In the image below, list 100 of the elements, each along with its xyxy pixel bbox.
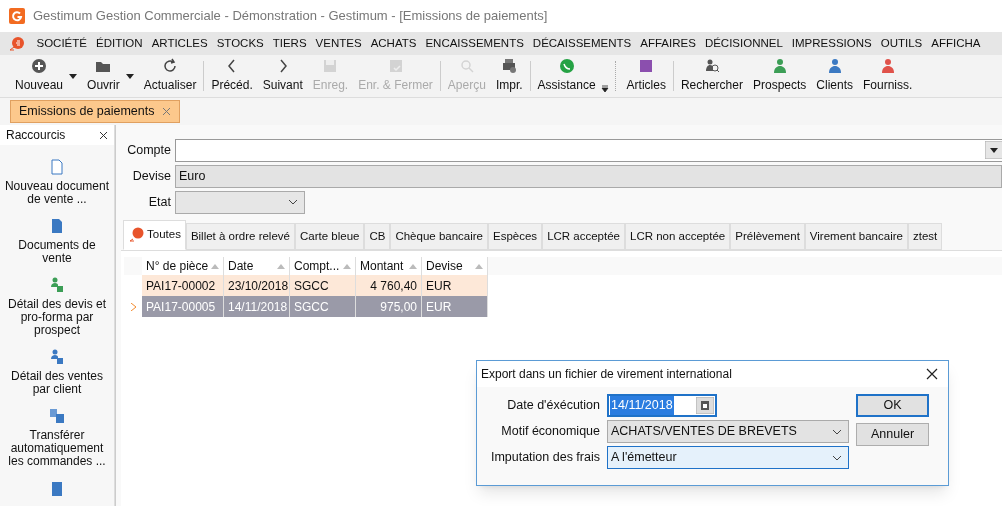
chevron-down-icon [288, 199, 298, 205]
filter-tab[interactable]: Virement bancaire [804, 223, 908, 250]
shortcut-link[interactable]: Documents de vente [4, 239, 110, 265]
menu-item[interactable]: AFFICHA [926, 34, 985, 53]
filter-tab[interactable]: ztest [907, 223, 943, 250]
filter-tab[interactable]: CB [364, 223, 391, 250]
dropdown-field[interactable]: A l'émetteur [607, 446, 849, 469]
table-cell: 14/11/2018 [224, 296, 290, 317]
sidebar-title: Raccourcis [6, 127, 66, 144]
toolbar-button[interactable]: Suivant [257, 55, 308, 97]
menu-item[interactable]: TIERS [268, 34, 312, 53]
add-icon [31, 58, 47, 74]
sort-arrow-icon [277, 263, 285, 269]
person-icon [771, 58, 788, 74]
menu-item[interactable]: ENCAISSEMENTS [420, 34, 529, 53]
menu-item[interactable]: SOCIÉTÉ [32, 34, 92, 53]
field-label: Compte [126, 141, 171, 159]
column-header[interactable]: Devise [422, 257, 488, 275]
toolbar-button[interactable]: Précéd. [206, 55, 258, 97]
filter-tab[interactable]: Prélèvement [730, 223, 805, 250]
person-magnifier-icon [703, 58, 720, 74]
chat-bubble-icon [558, 58, 575, 74]
toolbar-button[interactable]: Articles [621, 55, 671, 97]
menu-item[interactable]: ÉDITION [91, 34, 148, 53]
filter-tab[interactable]: LCR non acceptée [625, 223, 731, 250]
filter-tab[interactable]: Toutes [123, 220, 186, 250]
toolbar-button[interactable]: Nouveau [10, 55, 83, 97]
toolbar-button[interactable]: Prospects [747, 55, 812, 97]
date-field[interactable]: 14/11/2018 [607, 394, 717, 417]
document-icon [49, 480, 65, 498]
toolbar-button[interactable]: Assistance [532, 55, 601, 97]
filter-tab[interactable]: Carte bleue [294, 223, 365, 250]
current-row-icon [130, 302, 136, 311]
toolbar-button[interactable]: Ouvrir [82, 55, 139, 97]
menu-item[interactable]: ACHATS [366, 34, 421, 53]
menu-item[interactable]: IMPRESSIONS [787, 34, 877, 53]
menu-item[interactable]: DÉCAISSEMENTS [528, 34, 636, 53]
close-icon [162, 107, 172, 116]
filter-tab[interactable]: Chèque bancaire [390, 223, 488, 250]
sort-arrow-icon [409, 263, 417, 269]
chevron-down-icon [832, 428, 842, 435]
refresh-icon [162, 58, 179, 74]
close-icon [99, 130, 108, 140]
sort-arrow-icon [475, 263, 483, 269]
table-cell: PAI17-00005 [142, 296, 224, 317]
menu-item[interactable]: STOCKS [212, 34, 269, 53]
filter-tab[interactable]: LCR acceptée [542, 223, 625, 250]
dialog-button[interactable]: OK [856, 394, 929, 417]
menu-item[interactable]: OUTILS [876, 34, 927, 53]
chevron-down-icon [832, 454, 842, 461]
field-label: Devise [131, 167, 171, 185]
sort-arrow-icon [211, 263, 219, 269]
person-icon [879, 58, 896, 74]
status-dropdown[interactable] [175, 190, 305, 214]
field-label: Imputation des frais [489, 449, 600, 467]
toolbar-button[interactable]: Fourniss. [858, 55, 918, 97]
person-document-icon [49, 277, 65, 293]
menu-item[interactable]: DÉCISIONNEL [700, 34, 788, 53]
person-document-icon [49, 349, 65, 365]
overflow-caret-icon [600, 85, 609, 93]
close-icon [926, 368, 938, 380]
column-header[interactable]: Date [224, 257, 290, 275]
dropdown-caret-icon [125, 73, 134, 79]
field-label: Etat [147, 193, 171, 211]
table-cell: SGCC [290, 275, 356, 296]
document-tab[interactable]: Emissions de paiements [10, 100, 181, 123]
documents-icon [49, 408, 65, 424]
currency-field[interactable]: Euro [175, 164, 1002, 188]
table-cell: 4 760,40 [356, 275, 422, 296]
menu-item[interactable]: ARTICLES [147, 34, 213, 53]
dialog-button[interactable]: Annuler [856, 423, 929, 446]
column-header[interactable]: Compt... [290, 257, 356, 275]
filter-tab[interactable]: Billet à ordre relevé [185, 223, 295, 250]
shortcut-link[interactable]: Détail des devis et pro-forma par prospect [4, 298, 110, 337]
dropdown-caret-icon [69, 73, 78, 79]
toolbar-button[interactable]: Clients [811, 55, 858, 97]
menu-item[interactable]: AFFAIRES [635, 34, 701, 53]
column-header[interactable]: N° de pièce [142, 257, 224, 275]
field-label: Date d'éxécution [506, 397, 600, 415]
table-cell: EUR [422, 275, 488, 296]
dropdown-field[interactable]: ACHATS/VENTES DE BREVETS [607, 420, 849, 443]
window-title: Gestimum Gestion Commerciale - Démonstration - Gestimum - [Emissions de paiements] [33, 7, 548, 26]
column-header[interactable]: Montant [356, 257, 422, 275]
square-icon [638, 58, 655, 74]
floppy-disk-check-icon [387, 58, 404, 74]
dialog-title: Export dans un fichier de virement international [481, 366, 732, 383]
shortcut-link[interactable]: Détail des ventes par client [4, 370, 110, 396]
person-icon [826, 58, 843, 74]
menu-item[interactable]: VENTES [311, 34, 367, 53]
shortcut-link[interactable]: Nouveau document de vente ... [4, 180, 110, 206]
account-field[interactable] [175, 138, 1002, 162]
table-cell: 23/10/2018 [224, 275, 290, 296]
shortcut-link[interactable]: Transférer automatiquement les commandes ... [4, 429, 110, 468]
table-cell: EUR [422, 296, 488, 317]
toolbar-button[interactable]: Actualiser [138, 55, 202, 97]
toolbar-button[interactable]: Rechercher [675, 55, 748, 97]
document-icon [49, 159, 65, 175]
filter-tab[interactable]: Espèces [488, 223, 543, 250]
table-cell: PAI17-00002 [142, 275, 224, 296]
toolbar-button[interactable]: Impr. [490, 55, 528, 97]
